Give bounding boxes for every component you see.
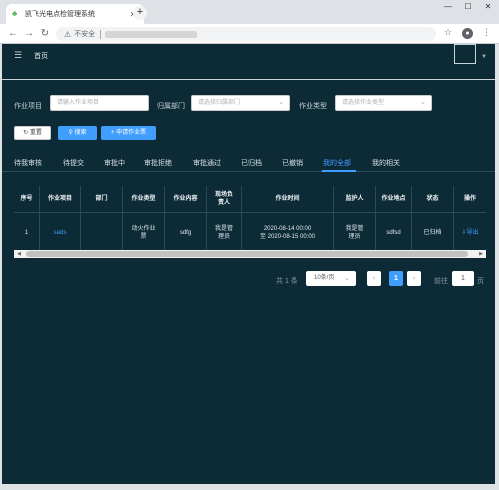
tab-related[interactable]: 我的相关 — [372, 158, 400, 168]
scroll-left-icon[interactable]: ◀ — [14, 250, 24, 258]
leaf-favicon-icon: ♣ — [12, 9, 18, 18]
cell-type: 动火作业票 — [123, 213, 165, 253]
goto-page-input[interactable]: 1 — [452, 271, 474, 286]
header-project: 作业项目 — [40, 186, 81, 212]
search-icon: ⚲ — [68, 130, 73, 136]
header-status: 状态 — [412, 186, 454, 212]
type-label: 作业类型 — [299, 103, 327, 110]
not-secure-label: 不安全 — [74, 31, 96, 38]
plus-icon: + — [110, 130, 115, 136]
hamburger-menu-icon[interactable]: ☰ — [14, 50, 22, 61]
chevron-down-icon: ⌄ — [344, 275, 350, 282]
tab-revoked[interactable]: 已撤销 — [282, 158, 303, 168]
refresh-icon: ↻ — [23, 130, 29, 136]
tab-in-approval[interactable]: 审批中 — [104, 158, 125, 168]
apply-ticket-button[interactable]: + 申请作业票 — [101, 126, 156, 140]
reset-label: 重置 — [29, 130, 42, 136]
page-size-value: 10条/页 — [314, 275, 335, 281]
caret-down-icon[interactable]: ▼ — [481, 54, 487, 60]
header-dept: 部门 — [81, 186, 123, 212]
tab-archived[interactable]: 已归档 — [241, 158, 262, 168]
tab-to-submit[interactable]: 待提交 — [63, 158, 84, 168]
project-label: 作业项目 — [14, 103, 42, 110]
dept-label: 归属部门 — [157, 103, 185, 110]
header-guardian: 监护人 — [334, 186, 376, 212]
next-page-button[interactable]: › — [407, 271, 421, 286]
search-label: 搜索 — [74, 130, 87, 136]
dept-select[interactable]: 请选择归属部门 ⌄ — [191, 95, 290, 111]
export-link[interactable]: ⇩ 导出 — [454, 213, 486, 253]
cell-project-link[interactable]: sads — [40, 213, 81, 253]
user-avatar[interactable] — [454, 44, 476, 64]
profile-avatar-icon[interactable]: ● — [462, 28, 473, 39]
ticket-table: 序号 作业项目 部门 作业类型 作业内容 现场负责人 作业时间 监护人 作业地点… — [14, 186, 486, 258]
cell-content: sdfg — [165, 213, 207, 253]
status-tabs: 待我审核 待提交 审批中 审批拒绝 审批通过 已归档 已撤销 我的全部 我的相关 — [2, 154, 495, 172]
browser-tab[interactable]: ♣ 凯飞光电点检管理系统 ✕ — [6, 4, 144, 24]
divider — [100, 29, 102, 39]
header-leader: 现场负责人 — [207, 186, 242, 212]
page-suffix: 页 — [477, 278, 484, 285]
tab-title: 凯飞光电点检管理系统 — [25, 11, 95, 18]
close-window-button[interactable]: ✕ — [480, 2, 496, 11]
time-start: 2020-08-14 00:00 — [263, 225, 312, 232]
prev-page-button[interactable]: ‹ — [367, 271, 381, 286]
address-bar[interactable]: ⚠ 不安全 — [56, 27, 436, 41]
export-label: 导出 — [466, 229, 479, 236]
scroll-right-icon[interactable]: ▶ — [476, 250, 486, 258]
horizontal-scrollbar[interactable]: ◀ ▶ — [14, 250, 486, 258]
type-placeholder: 请选择作业类型 — [342, 100, 385, 106]
header-action: 操作 — [463, 195, 476, 202]
cell-index: 1 — [14, 213, 40, 253]
chevron-down-icon: ⌄ — [420, 99, 426, 106]
active-tab-indicator — [322, 170, 356, 172]
app-header: ☰ 首页 ▼ — [2, 44, 495, 80]
warning-icon: ⚠ — [64, 29, 72, 39]
tab-rejected[interactable]: 审批拒绝 — [144, 158, 172, 168]
cell-dept — [81, 213, 123, 253]
page-size-select[interactable]: 10条/页 ⌄ — [306, 271, 356, 286]
search-button[interactable]: ⚲ 搜索 — [58, 126, 97, 140]
maximize-button[interactable]: ☐ — [460, 2, 476, 11]
tab-all-mine[interactable]: 我的全部 — [323, 158, 351, 168]
page-number-current[interactable]: 1 — [389, 271, 403, 286]
cell-status: 已归档 — [412, 213, 454, 253]
cell-time: 2020-08-14 00:00 至 2020-08-15 00:00 — [242, 213, 334, 253]
tab-approved[interactable]: 审批通过 — [193, 158, 221, 168]
header-location: 作业地点 — [376, 186, 412, 212]
reload-icon[interactable]: ↻ — [38, 27, 52, 41]
new-tab-button[interactable]: + — [133, 6, 147, 20]
cell-location: sdfsd — [376, 213, 412, 253]
reset-button[interactable]: ↻ 重置 — [14, 126, 51, 140]
back-arrow-icon[interactable]: ← — [6, 27, 20, 41]
header-time: 作业时间 — [242, 186, 334, 212]
forward-arrow-icon[interactable]: → — [22, 27, 36, 41]
time-end: 至 2020-08-15 00:00 — [259, 234, 316, 240]
minimize-button[interactable]: — — [440, 2, 456, 11]
bookmark-star-icon[interactable]: ☆ — [444, 27, 452, 38]
goto-label: 前往 — [434, 278, 448, 285]
header-type: 作业类型 — [123, 186, 165, 212]
app-content: ☰ 首页 ▼ 作业项目 请输入作业项目 归属部门 请选择归属部门 ⌄ 作业类型 … — [2, 44, 495, 484]
cell-guardian: 我是管理员 — [334, 213, 376, 253]
header-content: 作业内容 — [165, 186, 207, 212]
tab-pending-review[interactable]: 待我审核 — [14, 158, 42, 168]
total-count: 共 1 条 — [276, 278, 298, 285]
apply-label: 申请作业票 — [116, 130, 147, 136]
breadcrumb-home[interactable]: 首页 — [34, 51, 48, 61]
chevron-down-icon: ⌄ — [278, 99, 284, 106]
window-bottom-border — [0, 484, 499, 490]
dept-placeholder: 请选择归属部门 — [198, 100, 241, 106]
cell-leader: 我是管理员 — [207, 213, 242, 253]
tab-divider — [2, 171, 495, 172]
redacted-url — [105, 30, 198, 38]
project-input[interactable]: 请输入作业项目 — [50, 95, 149, 111]
header-index: 序号 — [14, 186, 40, 212]
browser-tab-strip: ♣ 凯飞光电点检管理系统 ✕ + — ☐ ✕ — [0, 0, 499, 24]
kebab-menu-icon[interactable]: ⋮ — [482, 27, 491, 38]
type-select[interactable]: 请选择作业类型 ⌄ — [335, 95, 432, 111]
scrollbar-thumb[interactable] — [26, 251, 468, 257]
browser-toolbar: ← → ↻ ⚠ 不安全 ☆ ● ⋮ — [0, 24, 499, 44]
